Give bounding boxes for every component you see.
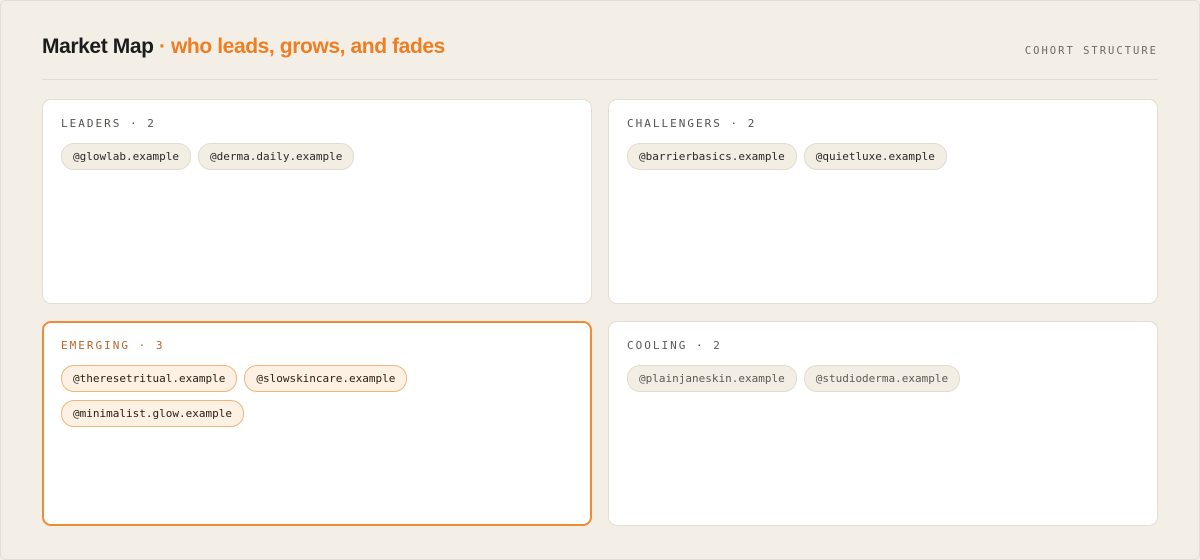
account-chip[interactable]: @studioderma.example	[803, 365, 961, 392]
panel-header: Market Map · who leads, grows, and fades…	[42, 35, 1158, 80]
account-chips: @barrierbasics.example @quietluxe.exampl…	[627, 143, 1139, 170]
quadrant-header: COOLING · 2	[627, 339, 722, 352]
account-chip[interactable]: @plainjaneskin.example	[627, 365, 797, 392]
quadrant-emerging: EMERGING · 3 @theresetritual.example @sl…	[42, 321, 592, 526]
page-title: Market Map · who leads, grows, and fades	[42, 35, 445, 59]
account-chips: @theresetritual.example @slowskincare.ex…	[61, 365, 573, 427]
account-chip[interactable]: @slowskincare.example	[244, 365, 408, 392]
quadrant-header: EMERGING · 3	[61, 339, 165, 352]
account-chip[interactable]: @barrierbasics.example	[627, 143, 797, 170]
quadrant-cooling: COOLING · 2 @plainjaneskin.example @stud…	[608, 321, 1158, 526]
account-chip[interactable]: @minimalist.glow.example	[61, 400, 244, 427]
market-map-panel: Market Map · who leads, grows, and fades…	[0, 0, 1200, 560]
quadrant-header: LEADERS · 2	[61, 117, 156, 130]
account-chips: @glowlab.example @derma.daily.example	[61, 143, 573, 170]
account-chips: @plainjaneskin.example @studioderma.exam…	[627, 365, 1139, 392]
quadrant-challengers: CHALLENGERS · 2 @barrierbasics.example @…	[608, 99, 1158, 304]
account-chip[interactable]: @quietluxe.example	[803, 143, 947, 170]
account-chip[interactable]: @glowlab.example	[61, 143, 191, 170]
title-main: Market Map	[42, 35, 154, 58]
title-subtitle: who leads, grows, and fades	[171, 35, 445, 58]
quadrant-leaders: LEADERS · 2 @glowlab.example @derma.dail…	[42, 99, 592, 304]
account-chip[interactable]: @theresetritual.example	[61, 365, 238, 392]
cohort-structure-tag: COHORT STRUCTURE	[1024, 45, 1158, 57]
title-separator: ·	[158, 35, 166, 58]
quadrant-header: CHALLENGERS · 2	[627, 117, 757, 130]
account-chip[interactable]: @derma.daily.example	[197, 143, 355, 170]
quadrant-grid: LEADERS · 2 @glowlab.example @derma.dail…	[42, 99, 1160, 528]
